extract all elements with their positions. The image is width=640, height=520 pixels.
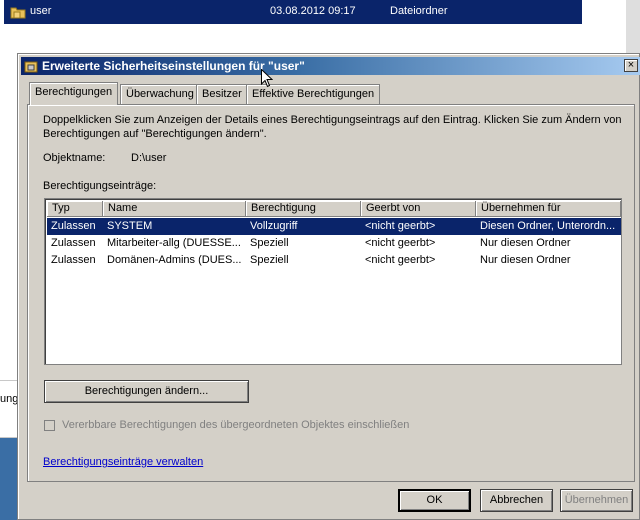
cell-inherited-from: <nicht geerbt> bbox=[365, 237, 436, 249]
change-permissions-button[interactable]: Berechtigungen ändern... bbox=[44, 380, 249, 403]
tab-auditing[interactable]: Überwachung bbox=[120, 84, 200, 104]
inherit-permissions-label: Vererbbare Berechtigungen des übergeordn… bbox=[62, 419, 410, 431]
apply-button[interactable]: Übernehmen bbox=[560, 489, 633, 512]
cell-name: Domänen-Admins (DUES... bbox=[107, 254, 242, 266]
advanced-security-dialog: Erweiterte Sicherheitseinstellungen für … bbox=[17, 53, 640, 520]
cell-name: Mitarbeiter-allg (DUESSE... bbox=[107, 237, 241, 249]
cell-inherited-from: <nicht geerbt> bbox=[365, 220, 436, 232]
column-header-permission[interactable]: Berechtigung bbox=[246, 201, 361, 217]
list-header: Typ Name Berechtigung Geerbt von Überneh… bbox=[47, 201, 621, 217]
tab-permissions[interactable]: Berechtigungen bbox=[29, 82, 119, 105]
permission-entries-list[interactable]: Typ Name Berechtigung Geerbt von Überneh… bbox=[44, 198, 622, 365]
instructions-text: Doppelklicken Sie zum Anzeigen der Detai… bbox=[43, 114, 622, 140]
explorer-row-type: Dateiordner bbox=[390, 5, 448, 17]
cell-name: SYSTEM bbox=[107, 220, 153, 232]
close-button[interactable]: × bbox=[624, 59, 638, 72]
cell-permission: Speziell bbox=[250, 237, 289, 249]
permission-entries-label: Berechtigungseinträge: bbox=[43, 180, 157, 192]
cancel-button[interactable]: Abbrechen bbox=[480, 489, 553, 512]
cell-apply-to: Diesen Ordner, Unterordn... bbox=[480, 220, 616, 232]
column-header-name[interactable]: Name bbox=[103, 201, 246, 217]
column-header-inherited-from[interactable]: Geerbt von bbox=[361, 201, 476, 217]
cell-type: Zulassen bbox=[51, 220, 96, 232]
cell-permission: Speziell bbox=[250, 254, 289, 266]
explorer-selected-row[interactable]: user 03.08.2012 09:17 Dateiordner bbox=[4, 0, 582, 24]
cell-permission: Vollzugriff bbox=[250, 220, 298, 232]
cell-apply-to: Nur diesen Ordner bbox=[480, 237, 571, 249]
permissions-tab-panel: Doppelklicken Sie zum Anzeigen der Detai… bbox=[27, 104, 635, 482]
inherit-permissions-checkbox[interactable] bbox=[44, 420, 55, 431]
mouse-cursor-icon bbox=[261, 68, 274, 91]
tab-owner[interactable]: Besitzer bbox=[196, 84, 248, 104]
object-name-value: D:\user bbox=[131, 152, 167, 164]
cell-inherited-from: <nicht geerbt> bbox=[365, 254, 436, 266]
lock-folder-icon bbox=[24, 59, 38, 76]
dialog-titlebar[interactable]: Erweiterte Sicherheitseinstellungen für … bbox=[21, 57, 640, 75]
table-row[interactable]: Zulassen SYSTEM Vollzugriff <nicht geerb… bbox=[47, 218, 621, 235]
object-name-label: Objektname: bbox=[43, 152, 106, 164]
table-row[interactable]: Zulassen Domänen-Admins (DUES... Speziel… bbox=[47, 252, 621, 269]
cell-type: Zulassen bbox=[51, 237, 96, 249]
explorer-row-name: user bbox=[30, 5, 52, 17]
cell-type: Zulassen bbox=[51, 254, 96, 266]
cell-apply-to: Nur diesen Ordner bbox=[480, 254, 571, 266]
folder-icon bbox=[10, 4, 26, 23]
column-header-apply-to[interactable]: Übernehmen für bbox=[476, 201, 621, 217]
column-header-type[interactable]: Typ bbox=[47, 201, 103, 217]
explorer-row-date: 03.08.2012 09:17 bbox=[270, 5, 356, 17]
ok-button[interactable]: OK bbox=[398, 489, 471, 512]
table-row[interactable]: Zulassen Mitarbeiter-allg (DUESSE... Spe… bbox=[47, 235, 621, 252]
manage-permission-entries-link[interactable]: Berechtigungseinträge verwalten bbox=[43, 456, 203, 468]
